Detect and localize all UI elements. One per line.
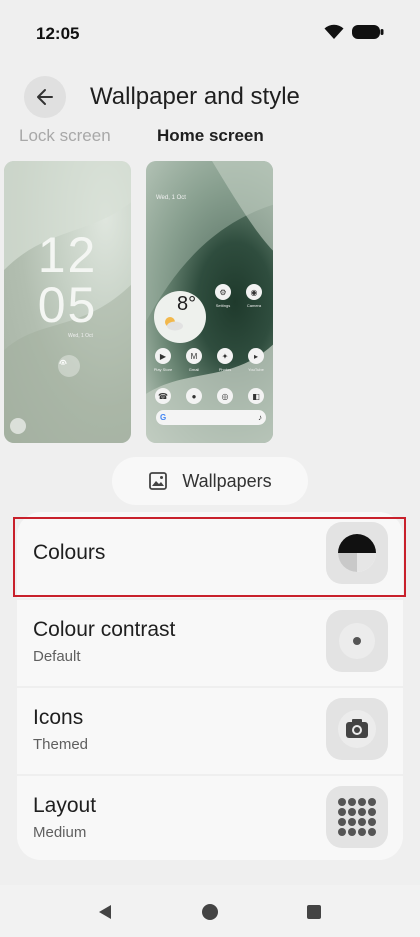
setting-row-icons[interactable]: Icons Themed [17, 688, 403, 774]
contrast-icon [326, 610, 388, 672]
arrow-back-icon [37, 89, 53, 105]
settings-app-icon: ⚙ [215, 284, 231, 300]
home-date: Wed, 1 Oct [156, 195, 186, 201]
setting-subtitle-layout: Medium [33, 824, 87, 841]
phone-app-icon: ☎ [155, 388, 171, 404]
recents-square-icon[interactable] [303, 901, 325, 923]
app-label-settings: Settings [215, 303, 231, 308]
back-triangle-icon[interactable] [94, 901, 116, 923]
partly-cloudy-icon [165, 317, 183, 331]
camera-app-icon: ◉ [246, 284, 262, 300]
status-icons [324, 24, 384, 40]
tab-lock-screen[interactable]: Lock screen [19, 126, 111, 146]
tab-home-screen[interactable]: Home screen [157, 126, 264, 146]
youtube-app-icon: ▸ [248, 348, 264, 364]
google-search-bar: G ♪ [156, 410, 266, 425]
wallpapers-button[interactable]: Wallpapers [112, 457, 308, 505]
lock-clock-minutes: 05 [37, 277, 98, 333]
setting-row-colour-contrast[interactable]: Colour contrast Default [17, 600, 403, 686]
home-screen-preview[interactable]: Wed, 1 Oct 8° ⚙ Settings ◉ Camera ▶ Play… [146, 161, 273, 443]
grid-icon [326, 786, 388, 848]
wallpapers-label: Wallpapers [182, 470, 272, 491]
chrome-app-icon: ◎ [217, 388, 233, 404]
setting-row-layout[interactable]: Layout Medium [17, 776, 403, 860]
play-store-app-icon: ▶ [155, 348, 171, 364]
navigation-bar [0, 885, 420, 937]
color-palette-icon [326, 522, 388, 584]
lock-date: Wed, 1 Oct [68, 333, 93, 339]
home-circle-icon[interactable] [199, 901, 221, 923]
app-label-gmail: Gmail [188, 367, 200, 372]
gmail-app-icon: M [186, 348, 202, 364]
contacts-app-icon: ◧ [248, 388, 264, 404]
lock-clock-hours: 12 [37, 227, 98, 283]
battery-icon [352, 25, 384, 39]
status-bar: 12:05 [0, 0, 420, 66]
settings-list: Colours Colour contrast Default Icons Th… [17, 512, 403, 860]
setting-title-colours: Colours [33, 541, 106, 564]
setting-title-layout: Layout [33, 794, 97, 817]
setting-subtitle-colour-contrast: Default [33, 648, 81, 665]
google-g-icon: G [160, 413, 167, 422]
app-label-youtube: YouTube [248, 367, 264, 372]
setting-subtitle-icons: Themed [33, 736, 89, 753]
screen-tabs: Lock screen Home screen [0, 126, 420, 148]
page-title: Wallpaper and style [90, 83, 300, 110]
image-icon [149, 472, 168, 490]
lock-shortcut-icon [10, 418, 26, 434]
setting-row-colours[interactable]: Colours [17, 512, 403, 598]
app-label-play-store: Play Store [153, 367, 173, 372]
app-label-photos: Photos [218, 367, 232, 372]
app-label-camera: Camera [246, 303, 262, 308]
wifi-icon [324, 24, 344, 39]
weather-temperature: 8° [177, 293, 197, 315]
fingerprint-icon [58, 355, 80, 377]
weather-widget: 8° [154, 291, 206, 343]
app-bar: Wallpaper and style [0, 70, 420, 126]
camera-icon [326, 698, 388, 760]
lock-screen-preview[interactable]: 12 05 Wed, 1 Oct [4, 161, 131, 443]
back-button[interactable] [24, 76, 66, 118]
mic-icon: ♪ [258, 413, 262, 422]
photos-app-icon: ✦ [217, 348, 233, 364]
setting-title-icons: Icons [33, 706, 84, 729]
messages-app-icon: ● [186, 388, 202, 404]
status-time: 12:05 [36, 24, 80, 43]
setting-title-colour-contrast: Colour contrast [33, 618, 176, 641]
